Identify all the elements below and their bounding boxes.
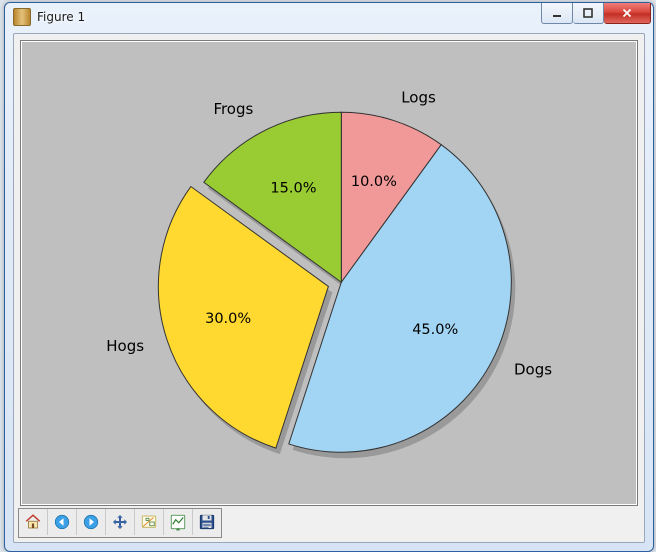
pie-percent-label: 30.0% [205, 311, 251, 327]
back-button[interactable] [48, 509, 77, 535]
pie-percent-label: 45.0% [412, 322, 458, 338]
home-button[interactable] [19, 509, 48, 535]
configure-icon [169, 513, 187, 531]
pie-category-label: Logs [401, 88, 436, 106]
close-icon [622, 8, 632, 18]
titlebar: Figure 1 [5, 3, 653, 31]
pie-category-label: Frogs [213, 100, 253, 118]
back-icon [53, 513, 71, 531]
window-buttons [541, 3, 651, 24]
pie-percent-label: 15.0% [270, 180, 316, 196]
save-button[interactable] [193, 509, 221, 535]
pie-category-label: Hogs [106, 337, 144, 355]
pan-button[interactable] [106, 509, 135, 535]
minimize-icon [552, 8, 562, 18]
pie-chart: 10.0% Logs 45.0% Dogs 30.0% Hogs 15.0% Frogs [21, 41, 637, 505]
pan-icon [111, 513, 129, 531]
home-icon [24, 513, 42, 531]
window-title: Figure 1 [37, 10, 85, 24]
maximize-icon [583, 8, 593, 18]
figure-window: Figure 1 10.0% Logs 45.0% Dogs 30.0% Hogs 15.0… [4, 2, 654, 552]
figure-client: 10.0% Logs 45.0% Dogs 30.0% Hogs 15.0% Frogs [13, 33, 645, 543]
plot-canvas[interactable]: 10.0% Logs 45.0% Dogs 30.0% Hogs 15.0% Frogs [20, 40, 638, 506]
zoom-icon [140, 513, 158, 531]
forward-button[interactable] [77, 509, 106, 535]
configure-button[interactable] [164, 509, 193, 535]
zoom-button[interactable] [135, 509, 164, 535]
forward-icon [82, 513, 100, 531]
close-button[interactable] [604, 3, 651, 24]
pie-percent-label: 10.0% [351, 174, 397, 190]
save-icon [198, 513, 216, 531]
maximize-button[interactable] [573, 3, 604, 24]
pie-category-label: Dogs [514, 361, 552, 379]
minimize-button[interactable] [541, 3, 573, 24]
app-icon [13, 8, 31, 26]
navigation-toolbar [18, 508, 222, 538]
